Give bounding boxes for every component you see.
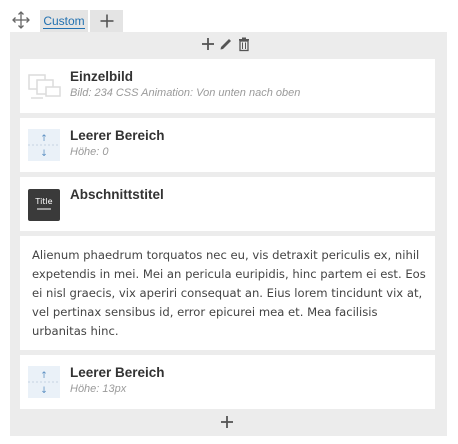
svg-text:↓: ↓: [40, 386, 48, 396]
svg-text:↑: ↑: [40, 371, 48, 381]
block-subtitle: Höhe: 13px: [70, 383, 127, 395]
block-title: Leerer Bereich: [70, 365, 165, 380]
column-tools: [200, 34, 260, 56]
spacer-icon: ↑ ↓: [28, 366, 60, 403]
image-placeholder-icon: [28, 68, 62, 107]
title-icon: Title: [28, 189, 60, 226]
plus-icon[interactable]: [200, 36, 218, 54]
block-title: Abschnittstitel: [70, 187, 164, 202]
block-title: Einzelbild: [70, 69, 134, 84]
block-image[interactable]: Einzelbild Bild: 234 CSS Animation: Von …: [20, 59, 435, 113]
add-tab-button[interactable]: [90, 10, 123, 32]
svg-text:↑: ↑: [40, 134, 48, 144]
block-spacer[interactable]: ↑ ↓ Leerer Bereich Höhe: 13px: [20, 355, 435, 409]
tab-custom[interactable]: Custom: [40, 10, 88, 32]
block-text-content: Alienum phaedrum torquatos nec eu, vis d…: [32, 248, 426, 338]
block-heading[interactable]: Title Abschnittstitel: [20, 177, 435, 231]
plus-icon[interactable]: [219, 414, 235, 430]
pencil-icon[interactable]: [218, 36, 236, 54]
block-subtitle: Höhe: 0: [70, 146, 109, 158]
builder-toolbar: Custom: [0, 0, 458, 32]
column-container: Einzelbild Bild: 234 CSS Animation: Von …: [10, 32, 447, 436]
block-title: Leerer Bereich: [70, 128, 165, 143]
title-icon-text: Title: [35, 197, 53, 206]
tab-custom-label: Custom: [43, 14, 85, 29]
plus-icon: [100, 14, 114, 28]
block-subtitle: Bild: 234 CSS Animation: Von unten nach …: [70, 87, 301, 99]
block-text[interactable]: Alienum phaedrum torquatos nec eu, vis d…: [20, 236, 435, 350]
svg-text:↓: ↓: [40, 149, 48, 159]
spacer-icon: ↑ ↓: [28, 129, 60, 166]
trash-icon[interactable]: [236, 36, 254, 54]
block-spacer[interactable]: ↑ ↓ Leerer Bereich Höhe: 0: [20, 118, 435, 172]
move-arrows-icon[interactable]: [11, 10, 31, 30]
